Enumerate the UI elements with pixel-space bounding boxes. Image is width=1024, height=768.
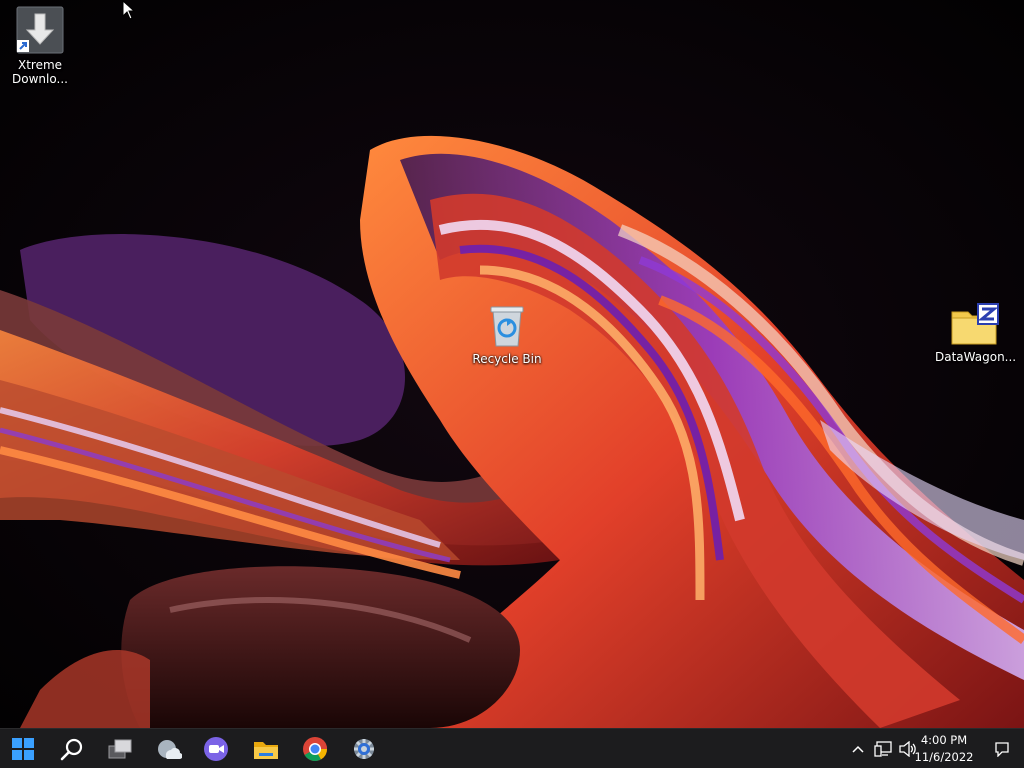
settings-button[interactable] <box>344 733 384 765</box>
taskbar-clock[interactable]: 4:00 PM 11/6/2022 <box>904 732 984 766</box>
desktop-icon-recycle-bin[interactable]: Recycle Bin <box>467 304 547 366</box>
task-view-icon <box>108 739 132 759</box>
clock-date: 11/6/2022 <box>914 750 974 764</box>
weather-widget-icon <box>158 740 182 760</box>
file-explorer-icon <box>254 742 278 759</box>
desktop-icon-xtreme-download[interactable]: Xtreme Downlo... <box>0 6 80 86</box>
widgets-button[interactable] <box>149 733 189 765</box>
recycle-bin-icon <box>490 306 524 347</box>
download-arrow-icon <box>16 6 64 54</box>
notification-icon <box>995 742 1009 757</box>
start-button[interactable] <box>3 733 43 765</box>
notifications-button[interactable] <box>990 729 1014 768</box>
settings-gear-icon <box>354 739 374 759</box>
network-button[interactable] <box>872 729 894 768</box>
task-view-button[interactable] <box>100 733 140 765</box>
chevron-up-icon <box>852 745 864 753</box>
show-hidden-icons-button[interactable] <box>848 729 868 768</box>
search-icon <box>60 738 83 761</box>
desktop-icon-label: Xtreme Downlo... <box>12 58 68 86</box>
chrome-icon <box>303 737 327 762</box>
desktop-icon-datawagon[interactable]: DataWagon... <box>935 302 1017 364</box>
file-explorer-button[interactable] <box>246 733 286 765</box>
chrome-button[interactable] <box>295 733 335 765</box>
desktop-icon-label: DataWagon... <box>935 350 1017 364</box>
teams-chat-icon <box>204 737 228 761</box>
taskbar: 4:00 PM 11/6/2022 <box>0 728 1024 768</box>
mouse-cursor-icon <box>122 0 136 20</box>
windows-logo-icon <box>12 738 34 760</box>
zip-folder-icon <box>951 303 999 345</box>
teams-chat-button[interactable] <box>196 733 236 765</box>
network-icon <box>874 741 892 757</box>
search-button[interactable] <box>52 733 92 765</box>
desktop-icon-label: Recycle Bin <box>472 352 542 366</box>
clock-time: 4:00 PM <box>920 733 968 747</box>
